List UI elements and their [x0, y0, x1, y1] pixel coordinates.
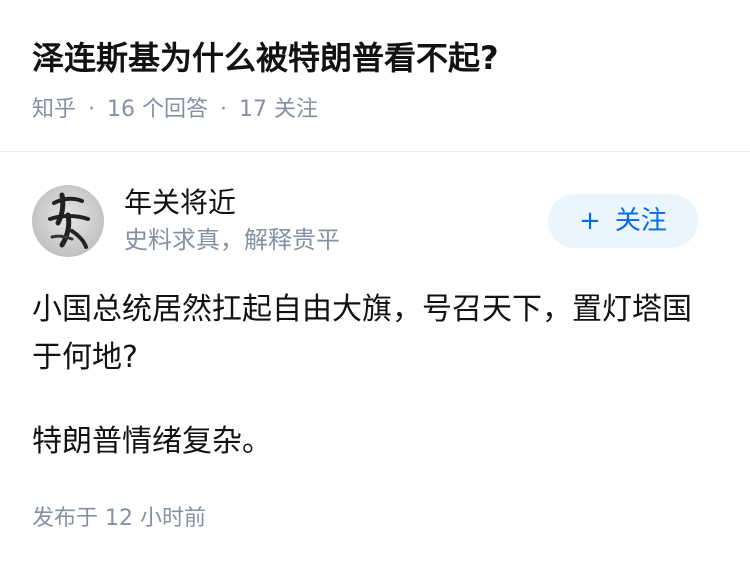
source-label[interactable]: 知乎	[32, 92, 76, 128]
answer-body[interactable]: 小国总统居然扛起自由大旗，号召天下，置灯塔国于何地? 特朗普情绪复杂。	[32, 286, 718, 502]
answer-paragraph: 特朗普情绪复杂。	[32, 424, 272, 459]
question-meta: 知乎 · 16 个回答 · 17 关注	[32, 92, 318, 128]
author-name[interactable]: 年关将近	[124, 183, 236, 223]
divider	[0, 151, 750, 152]
answer-paragraph: 小国总统居然扛起自由大旗，号召天下，置灯塔国于何地?	[32, 292, 692, 375]
author-bio: 史料求真，解释贵平	[124, 226, 340, 254]
calligraphy-avatar-icon	[32, 185, 104, 257]
followers-count: 17 关注	[239, 97, 319, 122]
published-time: 发布于 12 小时前	[32, 506, 206, 531]
meta-separator: ·	[88, 97, 96, 122]
follow-button[interactable]: + 关注	[548, 194, 698, 248]
question-title[interactable]: 泽连斯基为什么被特朗普看不起?	[32, 32, 499, 84]
avatar[interactable]	[32, 185, 104, 257]
question-header: 泽连斯基为什么被特朗普看不起? 知乎 · 16 个回答 · 17 关注	[0, 0, 750, 150]
answers-count[interactable]: 16 个回答	[107, 92, 208, 128]
plus-icon: +	[579, 206, 601, 236]
follow-button-label: 关注	[614, 206, 667, 236]
author-row: 年关将近 史料求真，解释贵平 + 关注	[32, 183, 718, 259]
meta-separator: ·	[220, 97, 228, 122]
